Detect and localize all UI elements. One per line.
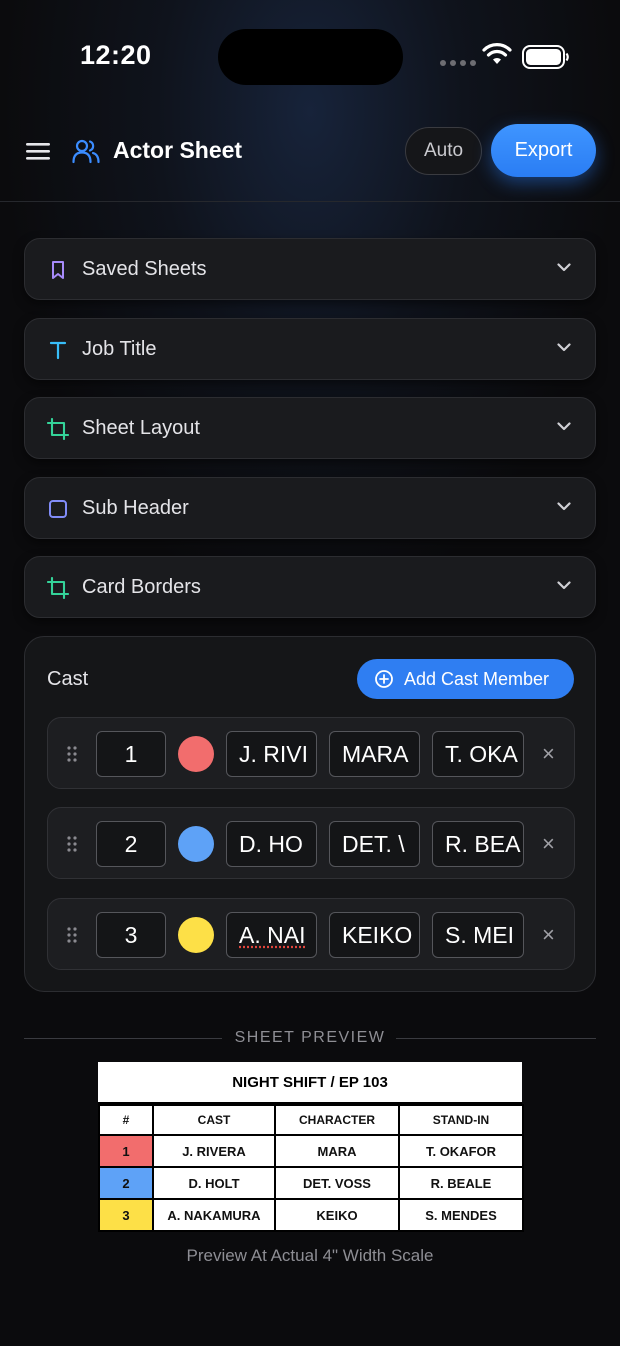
cast-row: 2 D. HO DET. \ R. BEA × [47, 807, 575, 879]
color-swatch[interactable] [178, 736, 214, 772]
sheet-preview: NIGHT SHIFT / EP 103 # CAST CHARACTER ST… [98, 1062, 524, 1232]
drag-handle-icon[interactable] [66, 835, 78, 853]
table-cell-number: 2 [98, 1166, 154, 1200]
add-cast-member-button[interactable]: Add Cast Member [357, 659, 574, 699]
color-swatch[interactable] [178, 917, 214, 953]
table-cell-cast: A. NAKAMURA [152, 1198, 276, 1232]
table-cell-cast: D. HOLT [152, 1166, 276, 1200]
plus-circle-icon [375, 670, 393, 688]
bookmark-icon [52, 261, 64, 279]
table-cell-standin: R. BEALE [398, 1166, 524, 1200]
chevron-down-icon [557, 581, 571, 590]
cast-row: 3 A. NAI KEIKO S. MEI × [47, 898, 575, 970]
table-row: 3 A. NAKAMURA KEIKO S. MENDES [98, 1198, 524, 1232]
drag-handle-icon[interactable] [66, 745, 78, 763]
stand-in-input[interactable]: S. MEI [432, 912, 524, 958]
chevron-down-icon [557, 502, 571, 511]
square-icon [49, 500, 67, 518]
section-label: Card Borders [82, 576, 201, 598]
section-sub-header[interactable]: Sub Header [24, 477, 596, 539]
stand-in-input[interactable]: T. OKA [432, 731, 524, 777]
wifi-icon [482, 43, 512, 64]
table-cell-character: KEIKO [274, 1198, 400, 1232]
remove-row-button[interactable]: × [542, 924, 555, 946]
column-header: CHARACTER [274, 1104, 400, 1136]
preview-caption: Preview At Actual 4" Width Scale [186, 1246, 434, 1265]
table-cell-number: 3 [98, 1198, 154, 1232]
cast-number-input[interactable]: 3 [96, 912, 166, 958]
table-cell-standin: T. OKAFOR [398, 1134, 524, 1168]
export-button[interactable]: Export [491, 124, 596, 177]
table-cell-character: DET. VOSS [274, 1166, 400, 1200]
status-bar: 12:20 [0, 0, 620, 110]
color-swatch[interactable] [178, 826, 214, 862]
users-icon [72, 139, 100, 164]
cast-name-input[interactable]: D. HO [226, 821, 317, 867]
dynamic-island [218, 29, 403, 85]
preview-divider: SHEET PREVIEW [24, 1027, 596, 1049]
cast-name-text: A. NAI [239, 921, 306, 948]
remove-row-button[interactable]: × [542, 743, 555, 765]
crop-icon [47, 577, 69, 599]
cellular-signal-icon [440, 60, 476, 66]
column-header: CAST [152, 1104, 276, 1136]
section-sheet-layout[interactable]: Sheet Layout [24, 397, 596, 459]
chevron-down-icon [557, 422, 571, 431]
cast-name-input[interactable]: J. RIVI [226, 731, 317, 777]
character-input[interactable]: KEIKO [329, 912, 420, 958]
cast-title: Cast [47, 668, 89, 690]
divider-line [396, 1038, 596, 1039]
table-header-row: # CAST CHARACTER STAND-IN [98, 1104, 524, 1136]
section-label: Saved Sheets [82, 258, 207, 280]
cast-number-input[interactable]: 2 [96, 821, 166, 867]
sheet-table: # CAST CHARACTER STAND-IN 1 J. RIVERA MA… [98, 1104, 524, 1232]
chevron-down-icon [557, 263, 571, 272]
section-saved-sheets[interactable]: Saved Sheets [24, 238, 596, 300]
cast-name-input[interactable]: A. NAI [226, 912, 317, 958]
cast-number-input[interactable]: 1 [96, 731, 166, 777]
table-cell-cast: J. RIVERA [152, 1134, 276, 1168]
section-label: Sheet Layout [82, 417, 200, 439]
table-cell-standin: S. MENDES [398, 1198, 524, 1232]
table-row: 1 J. RIVERA MARA T. OKAFOR [98, 1134, 524, 1168]
crop-icon [47, 418, 69, 440]
auto-button[interactable]: Auto [405, 127, 482, 175]
chevron-down-icon [557, 343, 571, 352]
column-header: STAND-IN [398, 1104, 524, 1136]
section-card-borders[interactable]: Card Borders [24, 556, 596, 618]
status-time: 12:20 [80, 40, 152, 70]
character-input[interactable]: DET. \ [329, 821, 420, 867]
cast-panel: Cast Add Cast Member 1 J. RIVI MARA T. O… [24, 636, 596, 992]
stand-in-input[interactable]: R. BEA [432, 821, 524, 867]
section-job-title[interactable]: Job Title [24, 318, 596, 380]
table-row: 2 D. HOLT DET. VOSS R. BEALE [98, 1166, 524, 1200]
drag-handle-icon[interactable] [66, 926, 78, 944]
app-header: Actor Sheet Auto Export [0, 112, 620, 202]
section-label: Job Title [82, 338, 157, 360]
section-label: Sub Header [82, 497, 189, 519]
table-cell-number: 1 [98, 1134, 154, 1168]
page-title: Actor Sheet [113, 137, 243, 163]
hamburger-menu-icon[interactable] [26, 141, 50, 161]
cast-row: 1 J. RIVI MARA T. OKA × [47, 717, 575, 789]
battery-icon [522, 45, 569, 69]
text-t-icon [49, 341, 67, 360]
sheet-title: NIGHT SHIFT / EP 103 [98, 1062, 522, 1104]
column-header: # [98, 1104, 154, 1136]
remove-row-button[interactable]: × [542, 833, 555, 855]
character-input[interactable]: MARA [329, 731, 420, 777]
table-cell-character: MARA [274, 1134, 400, 1168]
add-cast-member-label: Add Cast Member [404, 668, 550, 689]
